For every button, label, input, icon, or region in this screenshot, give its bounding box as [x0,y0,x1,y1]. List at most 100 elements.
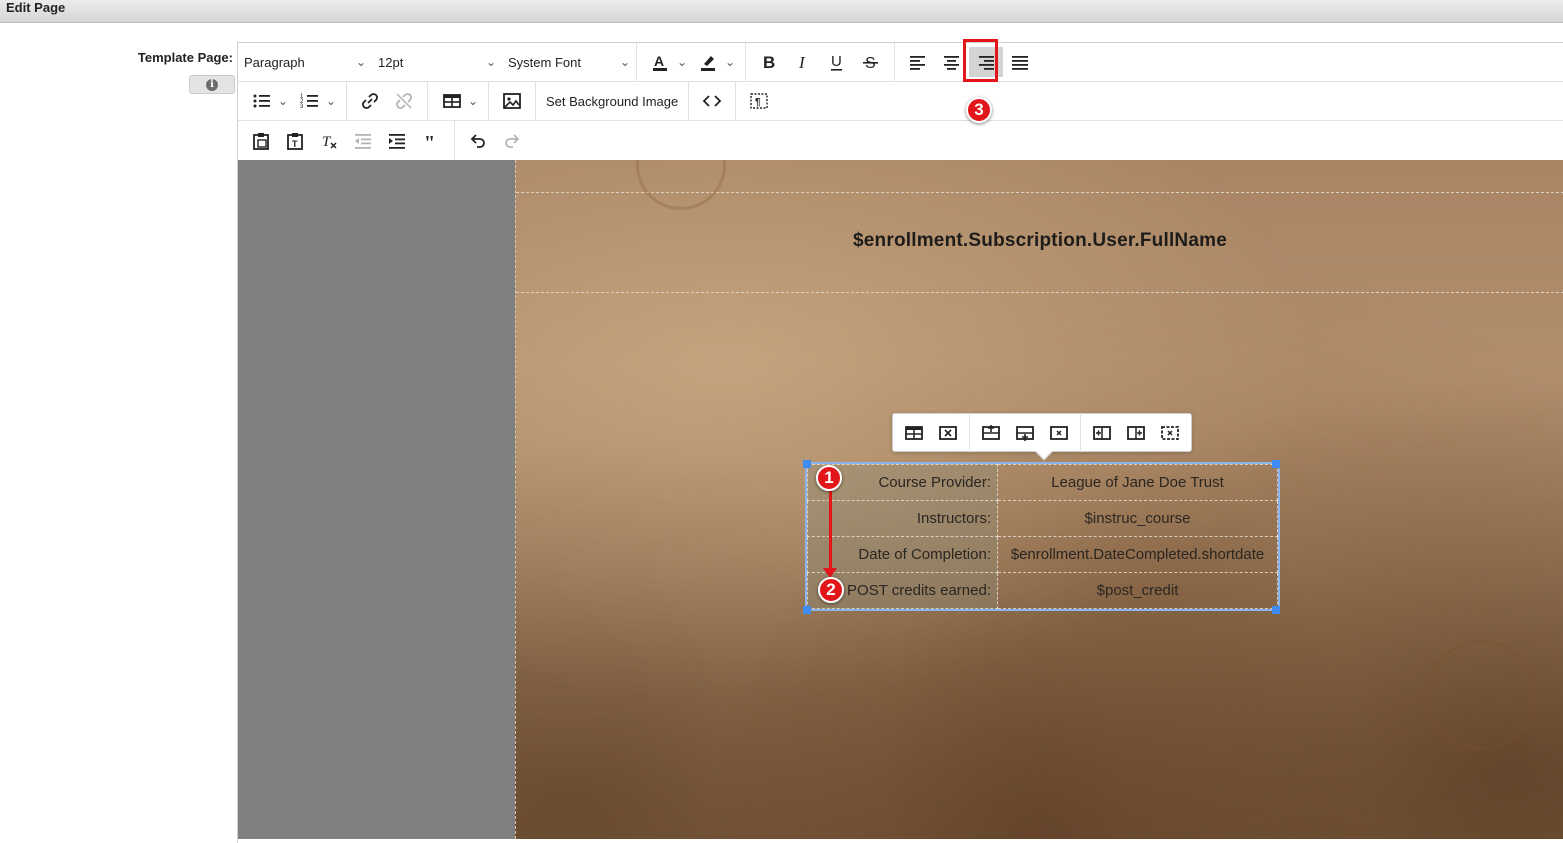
coffee-stain-decoration [1426,640,1536,750]
insert-column-before-button[interactable] [1085,418,1119,448]
blockquote-icon: " [424,132,435,151]
delete-column-button[interactable] [1153,418,1187,448]
underline-button[interactable]: U [820,47,854,77]
svg-text:": " [424,132,435,151]
bullet-list-button[interactable]: ⌄ [244,86,292,116]
font-size-value: 12pt [378,54,404,70]
separator [1080,413,1081,452]
insert-link-button[interactable] [353,86,387,116]
delete-table-icon [939,425,957,440]
resize-handle-top-right[interactable] [1272,460,1280,468]
resize-handle-top-left[interactable] [803,460,811,468]
source-code-button[interactable] [695,86,729,116]
editor-canvas[interactable]: $enrollment.Subscription.User.FullName C… [238,160,1563,839]
insert-row-after-button[interactable] [1008,418,1042,448]
toolbar-row-3: T T " [238,121,1563,160]
svg-text:A: A [654,53,664,69]
highlight-color-button[interactable]: ⌄ [691,47,739,77]
block-format-value: Paragraph [244,54,305,70]
font-size-select[interactable]: 12pt ⌄ [372,43,502,82]
table-button[interactable]: ⌄ [434,86,482,116]
window-title: Edit Page [0,0,1563,23]
table-context-toolbar [892,413,1192,461]
insert-row-before-button[interactable] [974,418,1008,448]
blockquote-button[interactable]: " [414,126,448,156]
table-properties-icon [905,425,923,440]
delete-column-icon [1161,425,1179,440]
annotation-badge-2: 2 [818,577,844,603]
chevron-down-icon: ⌄ [485,55,496,69]
toolbar-row-2: ⌄ 123 ⌄ ⌄ Set Background Image ¶ [238,81,1563,121]
toolbar-row-1: Paragraph ⌄ 12pt ⌄ System Font ⌄ A ⌄ ⌄ B… [238,42,1563,82]
paste-as-text-icon: T [287,132,303,150]
table-properties-button[interactable] [897,418,931,448]
chevron-down-icon: ⌄ [355,55,366,69]
insert-column-before-icon [1093,425,1111,440]
align-left-icon [910,56,925,70]
resize-handle-bottom-right[interactable] [1272,606,1280,614]
insert-row-before-icon [982,424,1000,440]
italic-button[interactable]: I [786,47,820,77]
chevron-down-icon: ⌄ [677,55,688,69]
redo-button[interactable] [495,126,529,156]
table-icon [443,94,461,108]
coffee-stain-decoration [636,160,726,210]
paste-as-text-button[interactable]: T [278,126,312,156]
strikethrough-button[interactable]: S [854,47,888,77]
outdent-icon [355,133,371,149]
clear-formatting-icon: T [322,134,337,150]
chevron-down-icon: ⌄ [619,55,630,69]
show-blocks-button[interactable]: ¶ [742,86,776,116]
chevron-down-icon: ⌄ [278,94,289,108]
table-row[interactable]: POST credits earned: $post_credit [807,572,1278,609]
certificate-name-field[interactable]: $enrollment.Subscription.User.FullName [516,230,1563,252]
link-icon [362,93,378,109]
bullet-list-icon [253,94,270,108]
text-color-button[interactable]: A ⌄ [643,47,691,77]
header-bottom-guide [516,292,1563,293]
info-button[interactable]: i [189,75,235,94]
redo-icon [505,133,520,148]
justify-icon [1012,56,1028,70]
numbered-list-button[interactable]: 123 ⌄ [292,86,340,116]
chevron-down-icon: ⌄ [725,55,736,69]
show-blocks-icon: ¶ [750,93,768,109]
annotation-badge-3: 3 [966,97,992,123]
indent-icon [389,133,405,149]
svg-text:I: I [798,53,806,72]
delete-row-icon [1050,425,1068,440]
clear-formatting-button[interactable]: T [312,126,346,156]
table-row[interactable]: Instructors: $instruc_course [807,500,1278,537]
table-value-cell[interactable]: $enrollment.DateCompleted.shortdate [997,536,1278,573]
indent-button[interactable] [380,126,414,156]
block-format-select[interactable]: Paragraph ⌄ [238,43,372,82]
table-value-cell[interactable]: $post_credit [997,572,1278,609]
unlink-icon [396,93,412,109]
table-row[interactable]: Course Provider: League of Jane Doe Trust [807,464,1278,501]
insert-image-button[interactable] [495,86,529,116]
annotation-arrow [829,488,832,571]
justify-button[interactable] [1003,47,1037,77]
align-left-button[interactable] [901,47,935,77]
delete-table-button[interactable] [931,418,965,448]
table-label-cell[interactable]: Instructors: [807,500,998,537]
resize-handle-bottom-left[interactable] [803,606,811,614]
set-background-image-button[interactable]: Set Background Image [540,86,684,116]
table-value-cell[interactable]: League of Jane Doe Trust [997,464,1278,501]
bold-button[interactable]: B [752,47,786,77]
insert-column-after-button[interactable] [1119,418,1153,448]
delete-row-button[interactable] [1042,418,1076,448]
insert-column-after-icon [1127,425,1145,440]
font-family-select[interactable]: System Font ⌄ [502,43,636,82]
paste-icon [253,132,269,150]
table-value-cell[interactable]: $instruc_course [997,500,1278,537]
certificate-details-table[interactable]: Course Provider: League of Jane Doe Trust… [805,462,1280,611]
svg-text:B: B [763,53,775,72]
svg-text:T: T [292,139,298,149]
undo-button[interactable] [461,126,495,156]
italic-icon: I [798,53,806,72]
remove-link-button[interactable] [387,86,421,116]
table-row[interactable]: Date of Completion: $enrollment.DateCompl… [807,536,1278,573]
paste-button[interactable] [244,126,278,156]
outdent-button[interactable] [346,126,380,156]
